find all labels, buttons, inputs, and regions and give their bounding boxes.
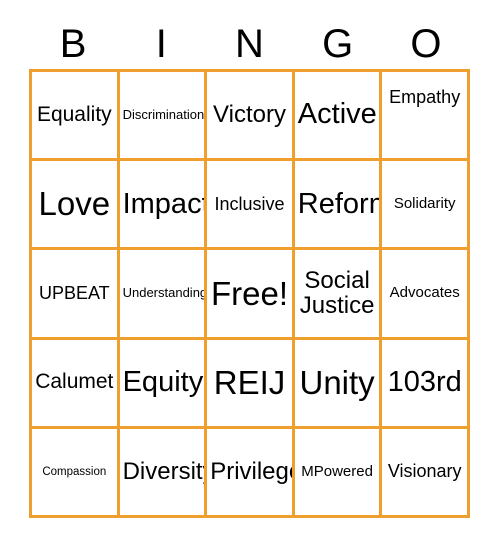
bingo-cell-active[interactable]: Active [294, 72, 383, 162]
bingo-cell-label: Social Justice [299, 266, 375, 320]
bingo-cell-label: MPowered [301, 462, 373, 480]
bingo-header-letter-i: I [155, 21, 167, 66]
bingo-cell-label: 103rd [387, 366, 462, 399]
bingo-cell-label: Equity [122, 366, 204, 399]
bingo-grid: Equality Discrimination Victory Active Empat… [29, 69, 470, 518]
bingo-cell-unity[interactable]: Unity [294, 339, 383, 429]
bingo-cell-label: Impact [122, 187, 208, 220]
bingo-cell-label: Privilege [210, 457, 295, 485]
bingo-header-row: BINGO [29, 18, 470, 69]
bingo-cell-understanding[interactable]: Understanding [119, 250, 208, 340]
bingo-header-letter-n: N [235, 21, 264, 66]
bingo-cell-label: Advocates [389, 284, 460, 302]
bingo-card: B I N G O Equality Discrimination Victory Activ… [0, 0, 501, 544]
bingo-cell-label: REIJ [213, 363, 286, 401]
bingo-cell-solidarity[interactable]: Solidarity [382, 161, 470, 251]
bingo-cell-label: Victory [213, 101, 286, 129]
bingo-cell-label: Calumet [35, 370, 114, 394]
bingo-header-letter-b: B [59, 21, 87, 66]
bingo-cell-inclusive[interactable]: Inclusive [207, 161, 295, 251]
bingo-cell-label: Diversity [122, 457, 208, 485]
bingo-cell-social-justice[interactable]: Social Justice [294, 250, 383, 340]
bingo-cell-privilege[interactable]: Privilege [207, 428, 295, 518]
bingo-cell-reform[interactable]: Reform [294, 161, 383, 251]
bingo-cell-label: Compassion [42, 465, 107, 478]
bingo-cell-love[interactable]: Love [32, 161, 120, 251]
bingo-cell-label: Discrimination [122, 107, 205, 123]
bingo-cell-mpowered[interactable]: MPowered [294, 428, 383, 518]
bingo-cell-103rd[interactable]: 103rd [382, 339, 470, 429]
bingo-cell-victory[interactable]: Victory [207, 72, 295, 162]
bingo-cell-equity[interactable]: Equity [119, 339, 208, 429]
bingo-header-letter-g: G [322, 21, 354, 66]
bingo-cell-label: Reform [297, 187, 380, 220]
bingo-cell-discrimination[interactable]: Discrimination [119, 72, 208, 162]
bingo-cell-empathy[interactable]: Empathy [382, 72, 470, 162]
bingo-cell-compassion[interactable]: Compassion [32, 428, 120, 518]
bingo-cell-upbeat[interactable]: UPBEAT [32, 250, 120, 340]
bingo-cell-advocates[interactable]: Advocates [382, 250, 470, 340]
bingo-header-letter-o: O [410, 21, 442, 66]
bingo-cell-label: Visionary [387, 461, 462, 482]
bingo-cell-impact[interactable]: Impact [119, 161, 208, 251]
bingo-cell-label: Understanding [122, 285, 208, 301]
bingo-cell-diversity[interactable]: Diversity [119, 428, 208, 518]
bingo-cell-label: Love [38, 185, 111, 223]
bingo-cell-label: UPBEAT [38, 282, 110, 303]
bingo-cell-label: Inclusive [214, 193, 285, 214]
bingo-cell-label: Equality [36, 102, 112, 126]
bingo-cell-equality[interactable]: Equality [32, 72, 120, 162]
bingo-cell-calumet[interactable]: Calumet [32, 339, 120, 429]
bingo-cell-label: Solidarity [393, 195, 456, 213]
bingo-cell-label: Free! [210, 274, 288, 312]
bingo-cell-label: Empathy [389, 87, 461, 107]
bingo-cell-label: Active [297, 98, 377, 131]
bingo-cell-free[interactable]: Free! [207, 250, 295, 340]
bingo-cell-reij[interactable]: REIJ [207, 339, 295, 429]
bingo-cell-label: Unity [299, 363, 375, 401]
bingo-cell-visionary[interactable]: Visionary [382, 428, 470, 518]
